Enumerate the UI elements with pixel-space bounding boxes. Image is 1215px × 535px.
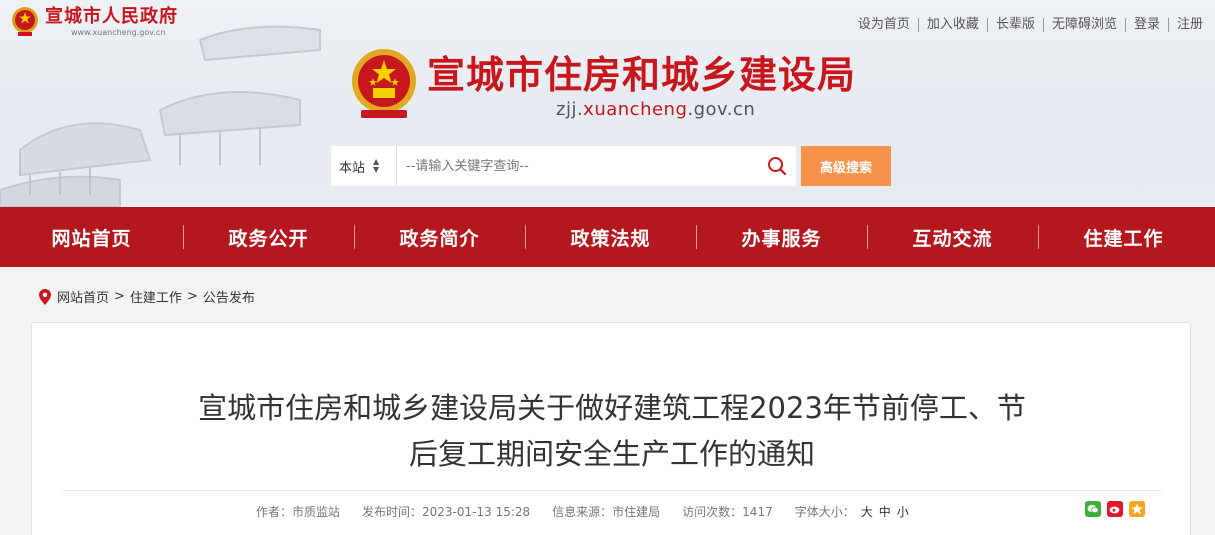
site-title: 宣城市住房和城乡建设局 bbox=[427, 53, 857, 97]
search-bar: 本站 ▲ ▼ bbox=[331, 146, 796, 186]
updown-arrows-icon: ▲ ▼ bbox=[373, 157, 380, 174]
wechat-share-icon[interactable] bbox=[1085, 501, 1101, 517]
domain-prefix: zjj. bbox=[556, 99, 584, 120]
font-size-label: 字体大小： bbox=[794, 505, 855, 519]
city-gov-logo[interactable]: 宣城市人民政府 www.xuancheng.gov.cn bbox=[10, 6, 178, 38]
breadcrumb-section[interactable]: 住建工作 bbox=[130, 287, 182, 306]
national-emblem-icon bbox=[12, 7, 38, 36]
article-author: 作者：市质监站 bbox=[256, 505, 341, 519]
site-domain: zjj.xuancheng.gov.cn bbox=[556, 99, 755, 120]
article-title: 宣城市住房和城乡建设局关于做好建筑工程2023年节前停工、节 后复工期间安全生产… bbox=[32, 385, 1192, 477]
register-link[interactable]: 注册 bbox=[1167, 18, 1211, 32]
advanced-search-button[interactable]: 高级搜索 bbox=[801, 146, 891, 186]
search-scope-label: 本站 bbox=[339, 160, 366, 176]
add-favorite-link[interactable]: 加入收藏 bbox=[917, 18, 987, 32]
city-gov-name: 宣城市人民政府 bbox=[45, 6, 178, 27]
nav-item-interaction[interactable]: 互动交流 bbox=[867, 207, 1038, 267]
nav-item-gov-affairs[interactable]: 政务公开 bbox=[183, 207, 354, 267]
elder-version-link[interactable]: 长辈版 bbox=[986, 18, 1043, 32]
breadcrumb: 网站首页 > 住建工作 > 公告发布 bbox=[39, 287, 255, 306]
national-emblem-icon[interactable] bbox=[349, 48, 419, 120]
article-meta: 作者：市质监站 发布时间：2023-01-13 15:28 信息来源：市住建局 … bbox=[256, 503, 909, 520]
location-pin-icon bbox=[39, 288, 51, 305]
nav-item-home[interactable]: 网站首页 bbox=[0, 207, 183, 267]
breadcrumb-current[interactable]: 公告发布 bbox=[203, 287, 255, 306]
article-published: 发布时间：2023-01-13 15:28 bbox=[362, 505, 531, 519]
search-scope-select[interactable]: 本站 ▲ ▼ bbox=[331, 146, 397, 186]
nav-item-overview[interactable]: 政务简介 bbox=[354, 207, 525, 267]
login-link[interactable]: 登录 bbox=[1124, 18, 1168, 32]
font-size-control: 字体大小： 大中小 bbox=[795, 503, 909, 520]
nav-item-housing-work[interactable]: 住建工作 bbox=[1038, 207, 1209, 267]
article-panel: 宣城市住房和城乡建设局关于做好建筑工程2023年节前停工、节 后复工期间安全生产… bbox=[31, 322, 1191, 535]
site-header: 宣城市人民政府 www.xuancheng.gov.cn 设为首页 加入收藏 长… bbox=[0, 0, 1215, 207]
breadcrumb-home[interactable]: 网站首页 bbox=[57, 287, 109, 306]
breadcrumb-separator: > bbox=[186, 289, 198, 304]
accessibility-link[interactable]: 无障碍浏览 bbox=[1042, 18, 1125, 32]
domain-main: xuancheng bbox=[583, 99, 688, 120]
top-links: 设为首页 加入收藏 长辈版 无障碍浏览 登录 注册 bbox=[850, 18, 1211, 32]
article-title-line: 宣城市住房和城乡建设局关于做好建筑工程2023年节前停工、节 bbox=[198, 391, 1026, 425]
share-buttons bbox=[1079, 501, 1145, 517]
divider bbox=[62, 490, 1162, 491]
search-icon bbox=[768, 157, 787, 176]
weibo-share-icon[interactable] bbox=[1107, 501, 1123, 517]
main-nav: 网站首页 政务公开 政务简介 政策法规 办事服务 互动交流 住建工作 bbox=[0, 207, 1215, 267]
font-medium-button[interactable]: 中 bbox=[879, 505, 891, 519]
qzone-share-icon[interactable] bbox=[1129, 501, 1145, 517]
article-source: 信息来源：市住建局 bbox=[552, 505, 661, 519]
set-homepage-link[interactable]: 设为首页 bbox=[850, 18, 918, 32]
article-views: 访问次数：1417 bbox=[682, 505, 773, 519]
city-gov-url: www.xuancheng.gov.cn bbox=[71, 28, 166, 37]
search-input[interactable] bbox=[397, 147, 758, 185]
article-title-line: 后复工期间安全生产工作的通知 bbox=[408, 437, 815, 471]
nav-item-services[interactable]: 办事服务 bbox=[696, 207, 867, 267]
font-large-button[interactable]: 大 bbox=[861, 505, 873, 519]
breadcrumb-separator: > bbox=[114, 289, 125, 304]
domain-suffix: .gov.cn bbox=[687, 99, 756, 120]
nav-item-policies[interactable]: 政策法规 bbox=[525, 207, 696, 267]
font-small-button[interactable]: 小 bbox=[897, 505, 909, 519]
search-button[interactable] bbox=[758, 146, 796, 186]
